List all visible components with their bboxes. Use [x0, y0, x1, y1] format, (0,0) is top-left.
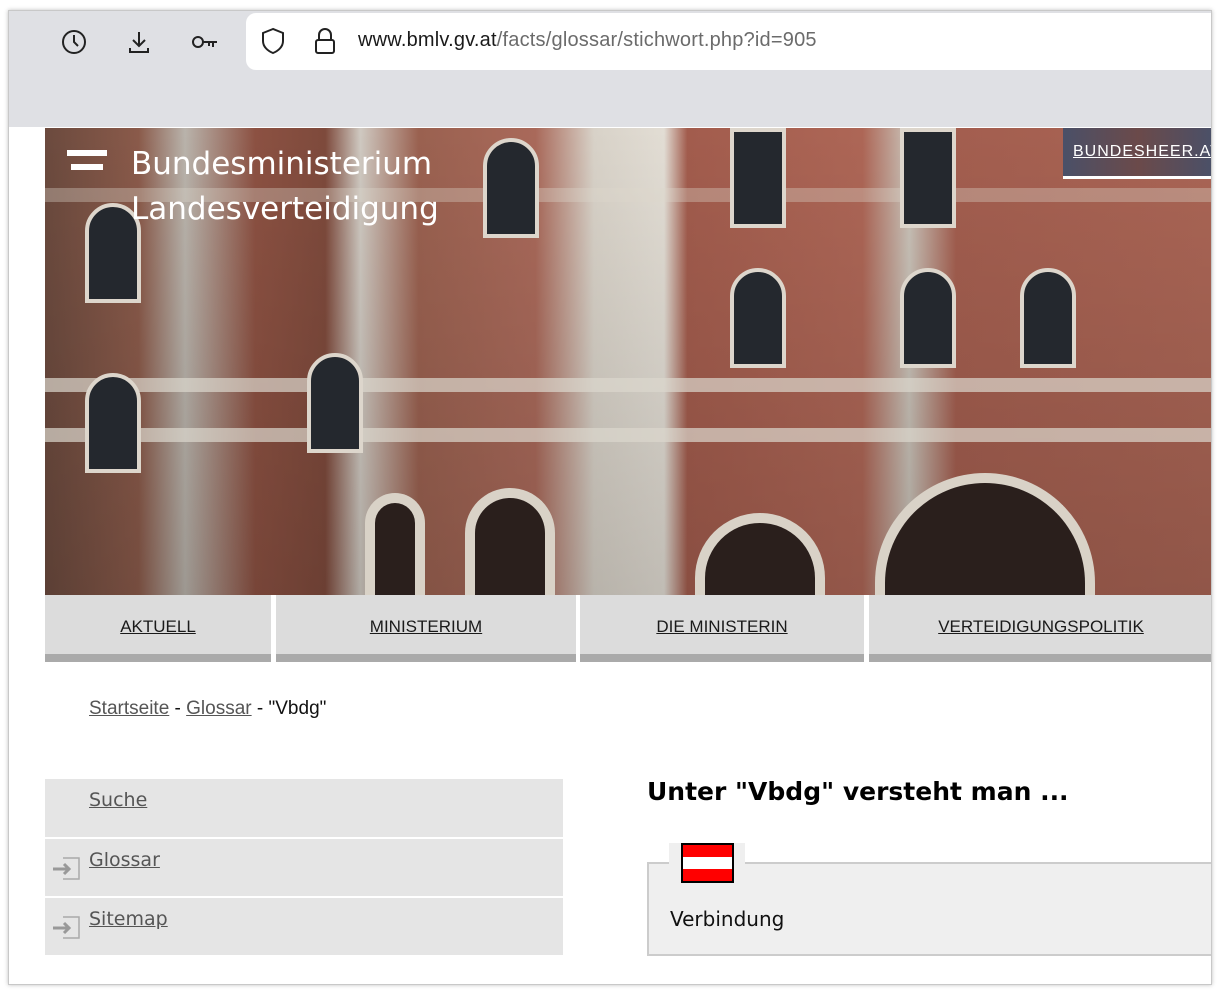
sidebar-item-suche[interactable]: Suche [45, 779, 563, 837]
nav-aktuell: AKTUELL [45, 595, 271, 662]
sidebar-item-sitemap[interactable]: Sitemap [45, 898, 563, 955]
header-image: Bundesministerium Landesverteidigung BUND… [45, 128, 1211, 595]
bundesheer-box: BUNDESHEER.AT [1063, 128, 1211, 179]
web-page: Bundesministerium Landesverteidigung BUND… [9, 127, 1211, 984]
nav-link-ministerin[interactable]: DIE MINISTERIN [580, 595, 864, 662]
sidebar-link-glossar[interactable]: Glossar [89, 849, 160, 871]
breadcrumb-glossar[interactable]: Glossar [186, 698, 251, 719]
url-text[interactable]: www.bmlv.gv.at/facts/glossar/stichwort.p… [358, 29, 817, 52]
enter-arrow-icon [53, 916, 80, 939]
browser-toolbar: www.bmlv.gv.at/facts/glossar/stichwort.p… [9, 11, 1211, 127]
breadcrumb-separator: - [174, 698, 181, 719]
url-host: www.bmlv.gv.at [358, 29, 497, 51]
nav-link-verteidigungspolitik[interactable]: VERTEIDIGUNGSPOLITIK [869, 595, 1211, 662]
logo-line1: Bundesministerium [131, 146, 433, 182]
ministry-logo[interactable]: Bundesministerium Landesverteidigung [131, 142, 439, 232]
breadcrumb-startseite[interactable]: Startseite [89, 698, 169, 719]
shield-icon[interactable] [258, 26, 288, 56]
nav-verteidigungspolitik: VERTEIDIGUNGSPOLITIK [869, 595, 1211, 662]
nav-link-ministerium[interactable]: MINISTERIUM [276, 595, 576, 662]
sidebar-item-glossar[interactable]: Glossar [45, 839, 563, 896]
logo-line2: Landesverteidigung [131, 191, 439, 227]
nav-ministerin: DIE MINISTERIN [580, 595, 864, 662]
key-icon[interactable] [190, 27, 220, 57]
breadcrumb: Startseite - Glossar - "Vbdg" [89, 698, 326, 720]
definition-text: Verbindung [670, 907, 785, 931]
logo-icon [67, 150, 107, 178]
lock-icon[interactable] [310, 26, 340, 56]
nav-link-aktuell[interactable]: AKTUELL [45, 595, 271, 662]
address-bar[interactable]: www.bmlv.gv.at/facts/glossar/stichwort.p… [246, 13, 1211, 70]
breadcrumb-current: "Vbdg" [268, 698, 327, 719]
browser-window: www.bmlv.gv.at/facts/glossar/stichwort.p… [8, 10, 1212, 985]
url-path: /facts/glossar/stichwort.php?id=905 [496, 29, 817, 51]
nav-ministerium: MINISTERIUM [276, 595, 576, 662]
history-icon[interactable] [59, 27, 89, 57]
page-heading: Unter "Vbdg" versteht man ... [647, 777, 1069, 806]
download-icon[interactable] [124, 27, 154, 57]
austrian-flag-icon [681, 843, 734, 883]
breadcrumb-separator: - [256, 698, 264, 719]
enter-arrow-icon [53, 857, 80, 880]
sidebar-link-sitemap[interactable]: Sitemap [89, 908, 168, 930]
sidebar-link-suche[interactable]: Suche [89, 789, 147, 811]
bundesheer-link[interactable]: BUNDESHEER.AT [1073, 143, 1211, 161]
